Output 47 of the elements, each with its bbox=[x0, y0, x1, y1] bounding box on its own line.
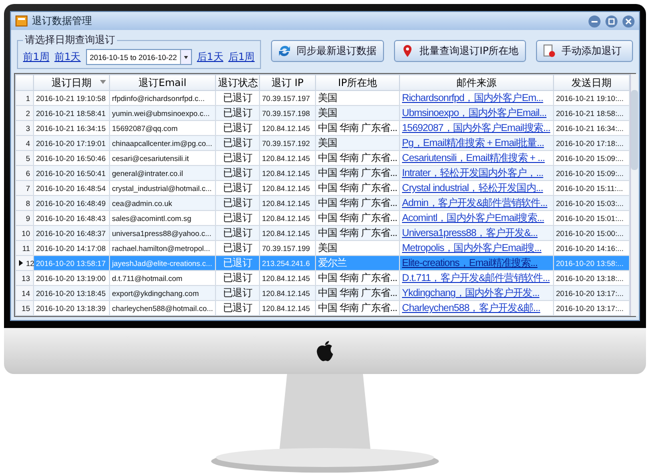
date-nav-link[interactable]: 后1周 bbox=[228, 50, 255, 64]
corner-header bbox=[16, 74, 34, 90]
source-link[interactable]: Metropolis，国内外客户Email搜... bbox=[402, 243, 542, 254]
source-link[interactable]: Crystal industrial，轻松开发国内... bbox=[402, 183, 544, 194]
column-header[interactable]: 退订日期 bbox=[34, 74, 110, 90]
minimize-icon[interactable] bbox=[588, 14, 601, 28]
source-link[interactable]: Charleychen588，客户开发&邮... bbox=[402, 303, 540, 314]
caret-icon bbox=[180, 50, 191, 64]
scroll-thumb[interactable] bbox=[631, 90, 638, 170]
scrollbar[interactable] bbox=[630, 74, 638, 316]
column-header[interactable]: 退订 IP bbox=[260, 74, 316, 90]
source-link[interactable]: Richardsonrfpd，国内外客户Em... bbox=[402, 93, 544, 104]
window-title: 退订数据管理 bbox=[32, 14, 93, 28]
source-link[interactable]: Acomintl，国内外客户Email搜索... bbox=[402, 213, 544, 224]
app-icon bbox=[15, 14, 28, 28]
table-cell: 已退订 bbox=[216, 300, 260, 316]
source-link[interactable]: D.t.711，客户开发&邮件营销软件... bbox=[402, 273, 550, 284]
source-link[interactable]: Pg，Email精准搜索 + Email批量... bbox=[402, 138, 544, 149]
group-legend: 请选择日期查询退订 bbox=[23, 33, 117, 47]
column-header[interactable]: 发送日期 bbox=[554, 74, 630, 90]
column-header[interactable]: 邮件来源 bbox=[400, 74, 554, 90]
document-add-icon bbox=[542, 44, 556, 58]
row-pointer-icon bbox=[19, 260, 23, 266]
source-link[interactable]: 15692087，国内外客户Email搜索... bbox=[402, 123, 550, 134]
apple-icon bbox=[315, 338, 335, 363]
source-link[interactable]: Universa1press88，客户开发&... bbox=[402, 228, 538, 239]
date-nav-link[interactable]: 后1天 bbox=[196, 50, 224, 64]
date-nav-link[interactable]: 前1天 bbox=[54, 50, 81, 64]
source-link[interactable]: Ubmsinoexpo，国内外客户Email... bbox=[402, 108, 546, 119]
column-header[interactable]: 退订Email bbox=[110, 74, 216, 90]
source-link[interactable]: Admin，客户开发&邮件营销软件... bbox=[402, 198, 548, 209]
source-link[interactable]: Ykdingchang，国内外客户开发... bbox=[402, 288, 540, 299]
column-header[interactable]: IP所在地 bbox=[316, 74, 400, 90]
column-header[interactable]: 退订状态 bbox=[216, 74, 260, 90]
source-link[interactable]: Cesariutensili，Email精准搜索 + ... bbox=[402, 153, 545, 164]
toolbar-button[interactable]: 批量查询退订IP所在地 bbox=[394, 40, 526, 62]
toolbar-button[interactable]: 同步最新退订数据 bbox=[270, 40, 384, 62]
source-link[interactable]: Elite-creations，Email精准搜索... bbox=[402, 258, 538, 269]
close-icon[interactable] bbox=[622, 14, 635, 28]
sort-icon bbox=[100, 80, 106, 84]
date-nav-link[interactable]: 前1周 bbox=[23, 50, 50, 64]
map-pin-icon bbox=[400, 44, 414, 58]
refresh-icon bbox=[278, 44, 291, 58]
source-link[interactable]: Intrater，轻松开发国内外客户，... bbox=[402, 168, 544, 179]
maximize-icon[interactable] bbox=[605, 14, 618, 28]
toolbar-button[interactable]: 手动添加退订 bbox=[536, 40, 633, 62]
table-cell: 中国 华南 广东省... bbox=[316, 300, 400, 316]
